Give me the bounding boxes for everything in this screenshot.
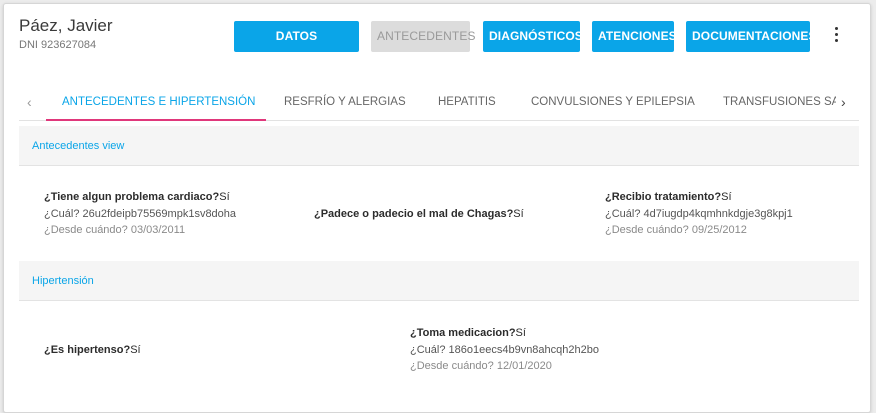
patient-card: Páez, Javier DNI 923627084 DATOS PERSONA…	[3, 3, 871, 413]
patient-name: Páez, Javier	[19, 16, 113, 35]
antecedentes-button[interactable]: ANTECEDENTES	[371, 21, 475, 52]
atenciones-button[interactable]: ATENCIONES	[592, 21, 677, 52]
diagnosticos-button[interactable]: DIAGNÓSTICOS	[483, 21, 583, 52]
documentaciones-button[interactable]: DOCUMENTACIONES	[686, 21, 817, 52]
section-antecedentes-header: Antecedentes view	[19, 126, 859, 166]
cardiac-desde: ¿Desde cuándo? 03/03/2011	[44, 224, 186, 236]
tab-resfrio-alergias[interactable]: RESFRÍO Y ALERGIAS	[284, 82, 406, 121]
tab-antecedentes-hipertension[interactable]: ANTECEDENTES E HIPERTENSIÓN	[62, 82, 255, 121]
cardiac-question: ¿Tiene algun problema cardiaco?Sí	[44, 191, 230, 203]
tab-convulsiones-epilepsia[interactable]: CONVULSIONES Y EPILEPSIA	[531, 82, 695, 121]
tratamiento-question: ¿Recibio tratamiento?Sí	[605, 191, 732, 203]
tab-hepatitis[interactable]: HEPATITIS	[438, 82, 496, 121]
active-tab-indicator	[46, 119, 266, 121]
section-antecedentes-title: Antecedentes view	[32, 140, 125, 152]
hipertenso-question: ¿Es hipertenso?Sí	[44, 344, 141, 356]
chagas-question: ¿Padece o padecio el mal de Chagas?Sí	[314, 208, 524, 220]
section-hipertension-header: Hipertensión	[19, 261, 859, 301]
medicacion-cual: ¿Cuál? 186o1eecs4b9vn8ahcqh2h2bo	[410, 344, 599, 356]
tratamiento-cual: ¿Cuál? 4d7iugdp4kqmhnkdgje3g8kpj1	[605, 208, 793, 220]
section-hipertension-title: Hipertensión	[32, 275, 94, 287]
cardiac-cual: ¿Cuál? 26u2fdeipb75569mpk1sv8doha	[44, 208, 237, 220]
more-options-icon[interactable]	[830, 24, 844, 46]
tratamiento-desde: ¿Desde cuándo? 09/25/2012	[605, 224, 747, 236]
tab-transfusiones[interactable]: TRANSFUSIONES SANGUÍNEAS	[723, 82, 836, 121]
tabs-viewport: ANTECEDENTES E HIPERTENSIÓN RESFRÍO Y AL…	[19, 82, 836, 121]
chevron-right-icon[interactable]: ›	[841, 94, 846, 110]
datos-personales-button[interactable]: DATOS PERSONALES	[234, 21, 359, 74]
medicacion-desde: ¿Desde cuándo? 12/01/2020	[410, 360, 552, 372]
tabs-bar: ‹ ANTECEDENTES E HIPERTENSIÓN RESFRÍO Y …	[19, 82, 859, 121]
patient-dni: DNI 923627084	[19, 39, 97, 51]
medicacion-question: ¿Toma medicacion?Sí	[410, 327, 526, 339]
